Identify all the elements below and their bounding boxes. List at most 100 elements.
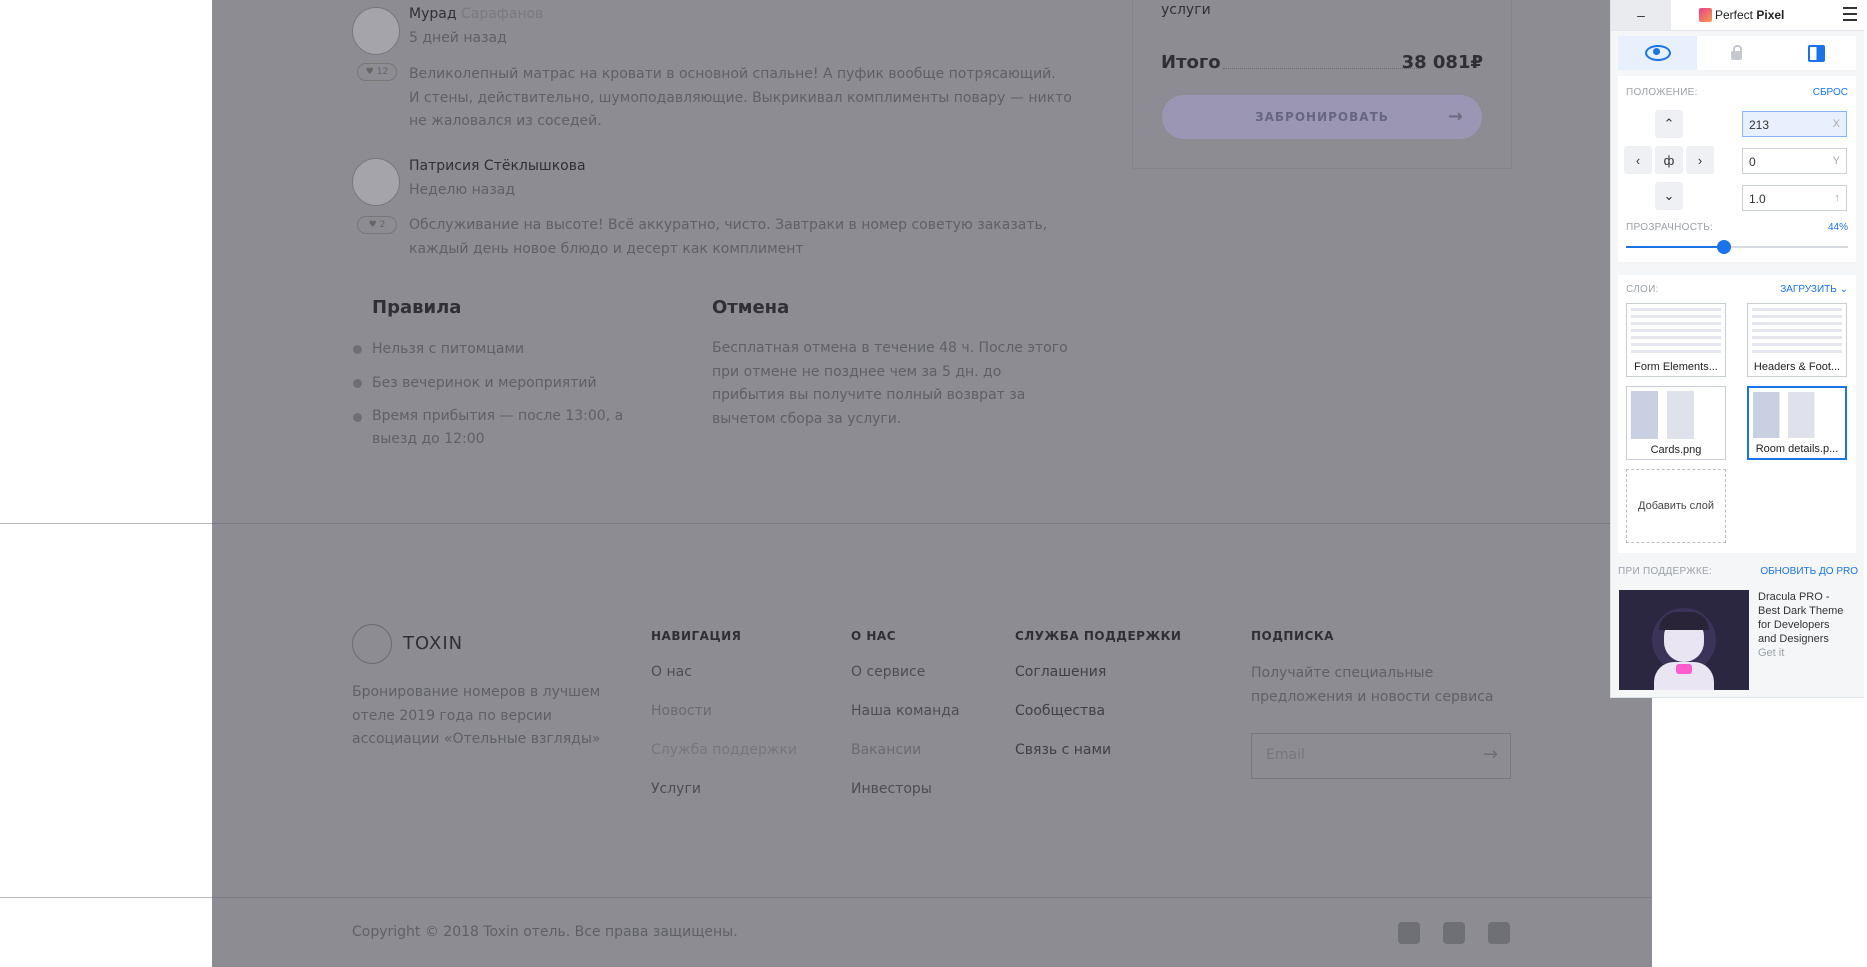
add-layer-button[interactable]: Добавить слой xyxy=(1626,469,1726,543)
layer-item[interactable]: Form Elements... xyxy=(1626,303,1726,377)
arrow-right-icon[interactable]: → xyxy=(1483,744,1498,765)
book-button[interactable]: ЗАБРОНИРОВАТЬ → xyxy=(1162,95,1482,139)
footer-about-title: О НАС xyxy=(851,629,897,643)
like-count: 12 xyxy=(376,67,389,77)
layer-thumbnail xyxy=(1631,308,1721,356)
layer-name: Headers & Foot... xyxy=(1748,361,1846,373)
footer-support-title: СЛУЖБА ПОДДЕРЖКИ xyxy=(1015,629,1182,643)
dotted-leader xyxy=(1223,68,1421,69)
twitter-icon[interactable] xyxy=(1398,922,1420,944)
layers-label: СЛОИ: xyxy=(1626,284,1659,295)
x-position-input[interactable]: 213 X xyxy=(1742,111,1847,137)
center-button[interactable]: ф xyxy=(1655,146,1683,174)
upgrade-link[interactable]: ОБНОВИТЬ ДО PRO xyxy=(1760,566,1858,577)
like-count: 2 xyxy=(379,220,386,230)
position-section: ПОЛОЖЕНИЕ: СБРОС ⌃ ‹ ф › ⌄ 213 X 0Y 1.0 ↑ … xyxy=(1618,76,1856,262)
footer-divider xyxy=(212,897,1652,898)
panel-toolbar xyxy=(1618,36,1856,70)
rule-item: Без вечеринок и мероприятий xyxy=(372,375,597,391)
cancel-title: Отмена xyxy=(712,297,790,318)
footer-link[interactable]: О нас xyxy=(651,664,692,680)
layer-thumbnail xyxy=(1631,391,1721,439)
ad-text[interactable]: Dracula PRO - Best Dark Theme for Develo… xyxy=(1758,590,1843,660)
total-value: 38 081₽ xyxy=(1401,52,1483,73)
email-field[interactable]: Email → xyxy=(1251,733,1511,779)
scale-input[interactable]: 1.0 ↑ xyxy=(1742,185,1847,211)
layer-item[interactable]: Headers & Foot... xyxy=(1747,303,1847,377)
footer-link[interactable]: Вакансии xyxy=(851,742,921,758)
toxin-logo-icon[interactable] xyxy=(352,624,392,664)
invert-toggle[interactable] xyxy=(1776,36,1856,70)
instagram-icon[interactable] xyxy=(1488,922,1510,944)
opacity-slider-fill xyxy=(1626,246,1724,248)
rule-item: Время прибытия — после 13:00, а xyxy=(372,408,624,424)
subscribe-text: Получайте специальные предложения и ново… xyxy=(1251,665,1494,705)
facebook-icon[interactable] xyxy=(1443,922,1465,944)
footer-link[interactable]: Новости xyxy=(651,703,712,719)
layer-item[interactable]: Cards.png xyxy=(1626,386,1726,460)
move-down-button[interactable]: ⌄ xyxy=(1655,182,1683,210)
page-background-left xyxy=(0,0,212,967)
layer-thumbnail xyxy=(1753,392,1841,438)
y-position-input[interactable]: 0Y xyxy=(1742,148,1847,174)
chevron-up-icon: ⌃ xyxy=(1663,116,1675,131)
copyright: Copyright © 2018 Toxin отель. Все права … xyxy=(352,924,738,940)
opacity-value: 44% xyxy=(1827,222,1848,233)
bullet xyxy=(353,379,362,388)
footer-link[interactable]: Соглашения xyxy=(1015,664,1106,680)
minimize-button[interactable]: – xyxy=(1611,0,1671,30)
layer-item-selected[interactable]: Room details.p... xyxy=(1747,386,1847,460)
position-label: ПОЛОЖЕНИЕ: xyxy=(1626,87,1698,98)
footer-link[interactable]: Сообщества xyxy=(1015,703,1105,719)
move-right-button[interactable]: › xyxy=(1686,146,1714,174)
chevron-down-icon: ⌄ xyxy=(1839,284,1848,295)
reset-button[interactable]: СБРОС xyxy=(1813,87,1848,98)
footer-subscribe-title: ПОДПИСКА xyxy=(1251,629,1334,643)
divider xyxy=(0,523,212,524)
get-it-link[interactable]: Get it xyxy=(1758,646,1843,660)
footer-about: Бронирование номеров в лучшем отеле 2019… xyxy=(352,684,601,747)
chevron-down-icon: ⌄ xyxy=(1663,188,1675,203)
upload-button[interactable]: ЗАГРУЗИТЬ ⌄ xyxy=(1780,284,1848,295)
opacity-slider[interactable] xyxy=(1626,240,1848,254)
footer-link[interactable]: Связь с нами xyxy=(1015,742,1111,758)
layer-name: Cards.png xyxy=(1627,444,1725,456)
perfect-pixel-logo-icon xyxy=(1699,8,1712,22)
visibility-toggle[interactable] xyxy=(1618,36,1697,70)
divider xyxy=(0,897,212,898)
page-overlay: ♥ 12 Мурад Сарафанов 5 дней назад Велико… xyxy=(212,0,1652,967)
layer-name: Room details.p... xyxy=(1749,443,1845,455)
footer-link[interactable]: Услуги xyxy=(651,781,701,797)
move-left-button[interactable]: ‹ xyxy=(1624,146,1652,174)
center-icon: ф xyxy=(1663,152,1675,168)
chevron-right-icon: › xyxy=(1697,152,1703,168)
layer-thumbnail xyxy=(1752,308,1842,356)
chevron-left-icon: ‹ xyxy=(1635,152,1641,168)
opacity-slider-thumb[interactable] xyxy=(1716,240,1731,254)
menu-icon[interactable] xyxy=(1843,7,1857,21)
lock-toggle[interactable] xyxy=(1697,36,1776,70)
layers-section: СЛОИ: ЗАГРУЗИТЬ ⌄ Form Elements... Heade… xyxy=(1618,275,1856,553)
panel-title: Perfect Pixel xyxy=(1715,8,1785,22)
move-up-button[interactable]: ⌃ xyxy=(1655,110,1683,138)
footer-link[interactable]: О сервисе xyxy=(851,664,925,680)
rule-item: Нельзя с питомцами xyxy=(372,341,525,357)
footer-link[interactable]: Инвесторы xyxy=(851,781,932,797)
invert-icon xyxy=(1807,44,1825,62)
lock-icon xyxy=(1731,45,1742,60)
review-text: Великолепный матрас на кровати в основно… xyxy=(409,66,1072,129)
logo-text[interactable]: TOXIN xyxy=(403,633,463,654)
like-button[interactable]: ♥ 12 xyxy=(357,63,397,81)
footer-link[interactable]: Служба поддержки xyxy=(651,742,797,758)
bullet xyxy=(353,413,362,422)
cancel-text: Бесплатная отмена в течение 48 ч. После … xyxy=(712,340,1068,427)
layer-name: Form Elements... xyxy=(1627,361,1725,373)
dracula-ad-image[interactable] xyxy=(1619,590,1749,690)
heart-icon: ♥ xyxy=(365,67,377,77)
like-button[interactable]: ♥ 2 xyxy=(357,216,397,234)
bullet xyxy=(353,345,362,354)
email-placeholder: Email xyxy=(1266,747,1305,763)
review-author: Патрисия Стёклышкова xyxy=(409,158,586,174)
booking-card: услуги Итого 38 081₽ ЗАБРОНИРОВАТЬ → xyxy=(1132,0,1512,169)
footer-link[interactable]: Наша команда xyxy=(851,703,960,719)
